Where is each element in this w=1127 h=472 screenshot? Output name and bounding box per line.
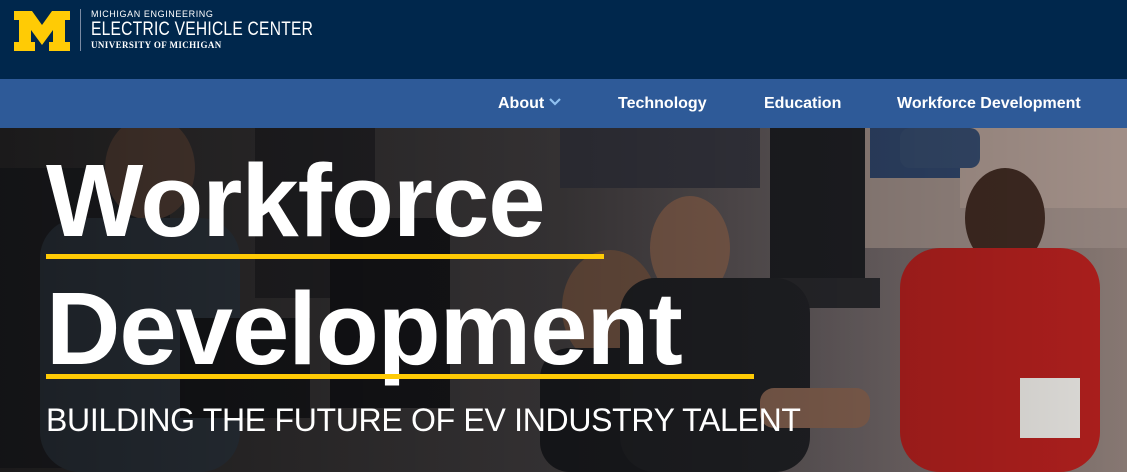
- chevron-down-icon: [549, 98, 561, 106]
- logo-top-text: MICHIGAN ENGINEERING: [91, 9, 214, 19]
- block-m-logo[interactable]: [14, 11, 70, 51]
- hero-subtitle: BUILDING THE FUTURE OF EV INDUSTRY TALEN…: [46, 402, 801, 438]
- title-underline-1: [46, 254, 604, 259]
- hero-title-line-2: Development: [46, 271, 683, 386]
- logo-main-text: ELECTRIC VEHICLE CENTER: [91, 19, 314, 40]
- site-logo-text[interactable]: MICHIGAN ENGINEERING ELECTRIC VEHICLE CE…: [91, 9, 362, 50]
- nav-item-about[interactable]: About: [498, 79, 562, 128]
- nav-item-label: About: [498, 95, 545, 112]
- nav-item-label: Workforce Development: [897, 95, 1081, 112]
- nav-item-education[interactable]: Education: [764, 79, 841, 128]
- nav-item-label: Technology: [618, 95, 707, 112]
- hero-banner: Workforce Development BUILDING THE FUTUR…: [0, 128, 1127, 472]
- hero-title-line-1: Workforce: [46, 143, 546, 258]
- logo-bottom-text: UNIVERSITY OF MICHIGAN: [91, 40, 222, 50]
- main-nav: About Technology Education Workforce Dev…: [0, 79, 1127, 128]
- site-header: MICHIGAN ENGINEERING ELECTRIC VEHICLE CE…: [0, 0, 1127, 79]
- logo-divider: [80, 9, 81, 51]
- nav-item-technology[interactable]: Technology: [618, 79, 707, 128]
- nav-item-label: Education: [764, 95, 842, 112]
- title-underline-2: [46, 374, 754, 379]
- nav-item-workforce-development[interactable]: Workforce Development: [897, 79, 1081, 128]
